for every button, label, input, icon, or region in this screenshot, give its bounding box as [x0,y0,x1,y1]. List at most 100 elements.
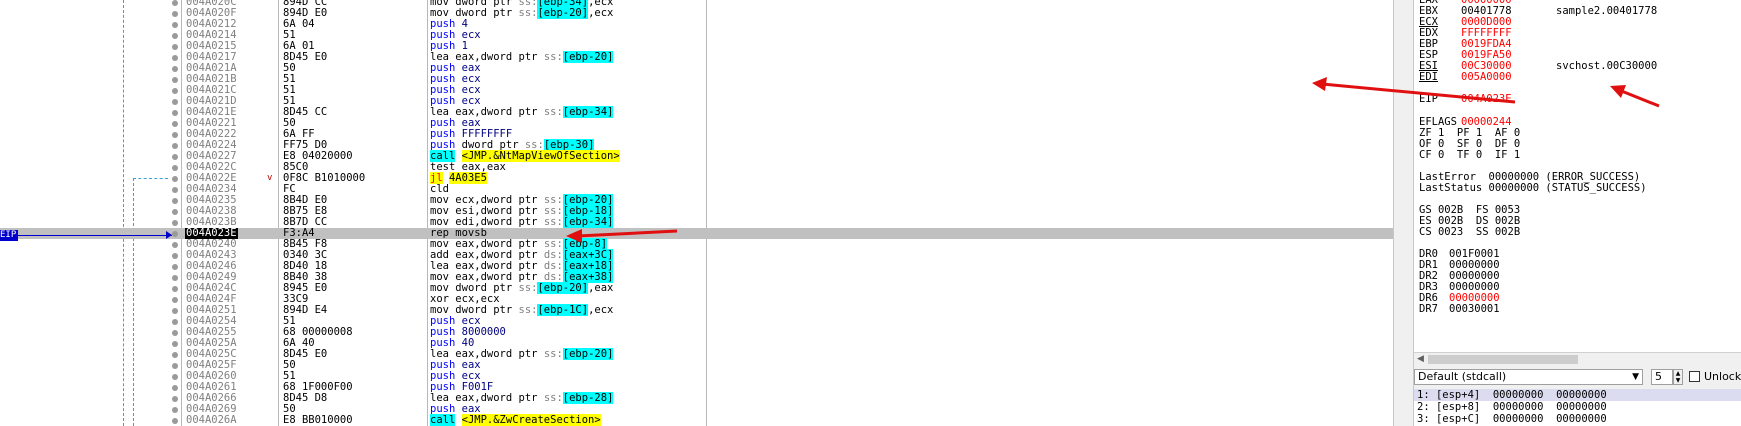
scroll-left-icon[interactable]: ◀ [1417,354,1424,364]
breakpoint-dot-icon[interactable] [172,77,178,83]
instruction-row[interactable]: 004A026A E8 BB010000 call <JMP.&ZwCreateSe… [0,414,1393,426]
breakpoint-dot-icon[interactable] [172,0,178,6]
instruction-address: 004A026A [186,414,237,426]
breakpoint-dot-icon[interactable] [172,418,178,424]
breakpoint-dot-icon[interactable] [172,11,178,17]
operand: ss: [543,216,563,228]
last-status-text: LastStatus 00000000 (STATUS_SUCCESS) [1419,182,1647,194]
instruction-text: call <JMP.&ZwCreateSection> [430,414,601,426]
breakpoint-dot-icon[interactable] [172,154,178,160]
breakpoint-dot-icon[interactable] [172,253,178,259]
breakpoint-dot-icon[interactable] [172,33,178,39]
register-name: EIP [1419,93,1438,105]
breakpoint-dot-icon[interactable] [172,66,178,72]
instruction-bytes: E8 BB010000 [283,414,353,426]
last-status-row[interactable]: LastStatus 00000000 (STATUS_SUCCESS) [1419,182,1647,194]
breakpoint-dot-icon[interactable] [172,396,178,402]
register-value: 004A023E [1461,93,1512,105]
breakpoint-dot-icon[interactable] [172,407,178,413]
eip-arrow-head [166,231,172,239]
breakpoint-dot-icon[interactable] [172,341,178,347]
flags-row[interactable]: CF 0 TF 0 IF 1 [1419,149,1520,161]
flags-text: CF 0 TF 0 IF 1 [1419,149,1521,161]
eip-arrow-line [14,235,172,236]
stack-args-list[interactable]: 1: [esp+4] 00000000 00000000 2: [esp+8] … [1414,389,1741,426]
disassembly-pane[interactable]: 004A020C 894D CC mov dword ptr ss:[ebp-34]… [0,0,1393,426]
operand: ss: [543,51,563,63]
operand: [ebp-20] [537,282,589,294]
operand: [ebp-1C] [537,304,589,316]
arg-row[interactable]: 3: [esp+C] 00000000 00000000 [1414,413,1741,425]
operand: ,ecx [588,7,614,19]
operand: ,eax [588,282,614,294]
register-comment: sample2.00401778 [1556,5,1658,17]
operand: ss: [518,7,538,19]
breakpoint-dot-icon[interactable] [172,330,178,336]
operand: [ebp-20] [537,7,589,19]
breakpoint-dot-icon[interactable] [172,231,178,237]
operand: ,ecx [588,304,614,316]
debug-register-row[interactable]: DR7 00030001 [1419,303,1500,315]
register-row[interactable]: EDI 005A0000 [1419,71,1512,83]
breakpoint-dot-icon[interactable] [172,374,178,380]
breakpoint-dot-icon[interactable] [172,99,178,105]
operand: [ebp-34] [562,106,614,118]
register-comment: svchost.00C30000 [1556,60,1658,72]
breakpoint-dot-icon[interactable] [172,22,178,28]
breakpoint-dot-icon[interactable] [172,209,178,215]
breakpoint-dot-icon[interactable] [172,264,178,270]
calling-convention-select[interactable]: Default (stdcall) ▼ [1414,369,1643,385]
operand: [ebp-34] [562,216,614,228]
instruction-list[interactable]: 004A020C 894D CC mov dword ptr ss:[ebp-34]… [0,0,1393,426]
breakpoint-dot-icon[interactable] [172,198,178,204]
arg-row[interactable]: 1: [esp+4] 00000000 00000000 [1414,389,1741,401]
breakpoint-dot-icon[interactable] [172,297,178,303]
arg-count-input[interactable]: 5 [1651,369,1673,385]
arg-count-spinner[interactable]: ▲ ▼ [1673,369,1683,385]
registers-pane[interactable]: EAX 00000000 EBX 00401778 sample2.00401778 EC… [1414,0,1741,352]
breakpoint-dot-icon[interactable] [172,187,178,193]
operand: ss: [518,282,538,294]
breakpoint-dot-icon[interactable] [172,110,178,116]
calling-convention-bar: Default (stdcall) ▼ 5 ▲▼ Unlocked [1414,367,1741,389]
breakpoint-dot-icon[interactable] [172,286,178,292]
segment-text: CS 0023 SS 002B [1419,226,1521,238]
breakpoint-dot-icon[interactable] [172,220,178,226]
operand: ss: [543,392,563,404]
breakpoint-dot-icon[interactable] [172,143,178,149]
debug-register-name: DR7 [1419,303,1438,315]
operand: [ebp-20] [562,51,614,63]
breakpoint-dot-icon[interactable] [172,319,178,325]
breakpoint-dot-icon[interactable] [172,132,178,138]
breakpoint-dot-icon[interactable] [172,44,178,50]
breakpoint-dot-icon[interactable] [172,385,178,391]
breakpoint-dot-icon[interactable] [172,352,178,358]
scroll-thumb[interactable] [1428,355,1578,364]
breakpoint-dot-icon[interactable] [172,242,178,248]
jump-direction-icon: v [267,173,273,183]
operand: 4A03E5 [448,172,487,184]
breakpoint-dot-icon[interactable] [172,88,178,94]
register-row[interactable]: EIP 004A023E [1419,93,1512,105]
register-value: 005A0000 [1461,71,1512,83]
breakpoint-dot-icon[interactable] [172,165,178,171]
breakpoint-dot-icon[interactable] [172,363,178,369]
segment-row[interactable]: CS 0023 SS 002B [1419,226,1520,238]
operand: [ebp-28] [562,392,614,404]
unlocked-label: Unlocked [1704,370,1741,383]
registers-hscrollbar[interactable]: ◀ [1414,352,1741,367]
pane-splitter[interactable] [1393,0,1414,426]
breakpoint-dot-icon[interactable] [172,176,178,182]
breakpoint-dot-icon[interactable] [172,55,178,61]
breakpoint-dot-icon[interactable] [172,308,178,314]
breakpoint-dot-icon[interactable] [172,121,178,127]
register-name: EDI [1419,71,1438,83]
breakpoint-dot-icon[interactable] [172,275,178,281]
calling-convention-value: Default (stdcall) [1418,370,1507,383]
operand: ss: [543,348,563,360]
mnemonic: call [430,414,456,426]
operand: ss: [543,106,563,118]
unlocked-checkbox[interactable] [1689,371,1700,382]
arg-row[interactable]: 2: [esp+8] 00000000 00000000 [1414,401,1741,413]
debug-register-value: 00030001 [1449,303,1500,315]
